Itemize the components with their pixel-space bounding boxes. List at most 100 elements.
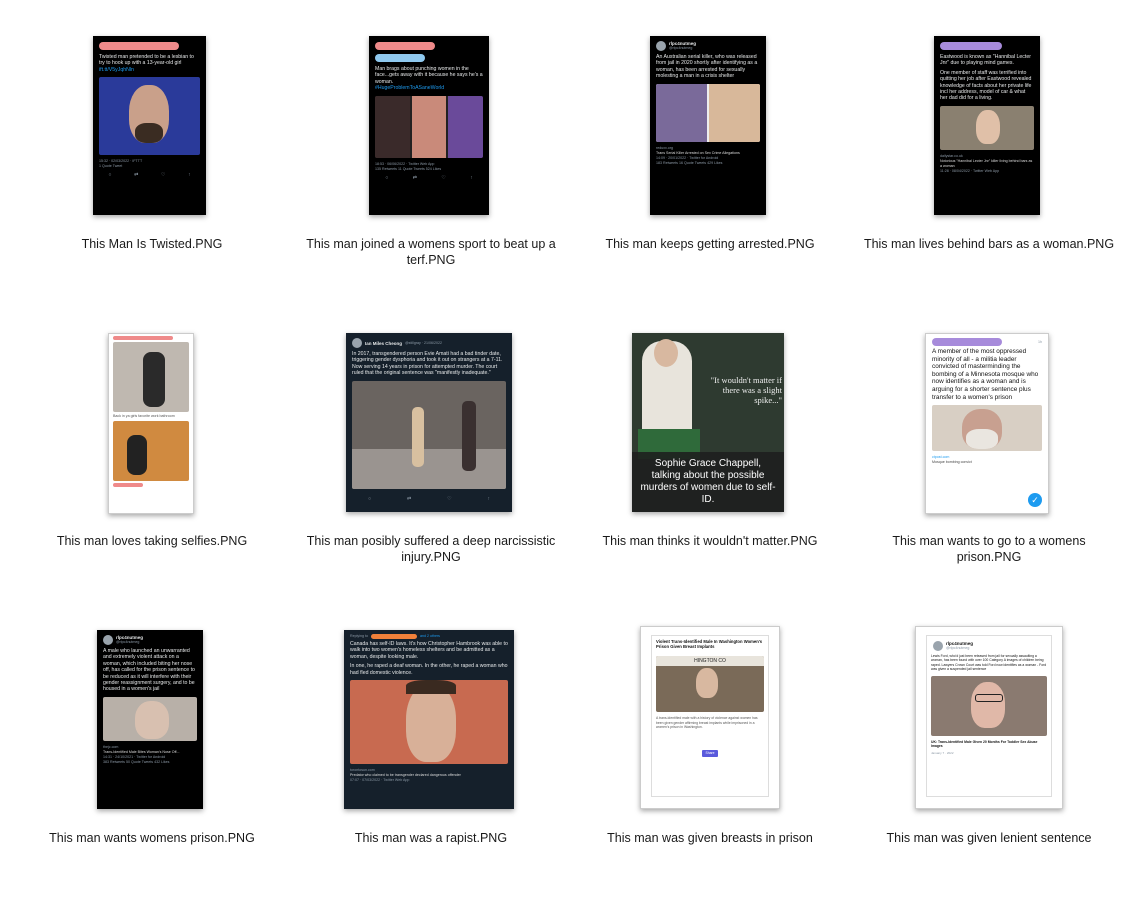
tweet-text: Lewis Ford, who'd just been released fro… — [931, 654, 1047, 672]
tweet-meta: 07:07 · 07/03/2022 · Twitter Web App — [350, 778, 410, 783]
file-thumbnail[interactable]: Violent Trans-Identified Male In Washing… — [640, 626, 780, 809]
redaction-scribble — [940, 42, 1002, 50]
reply-label: Replying to — [350, 634, 368, 638]
file-thumbnail[interactable]: Man brags about punching women in the fa… — [369, 36, 489, 215]
file-name: This man lives behind bars as a woman.PN… — [863, 237, 1115, 251]
file-thumbnail[interactable]: Twisted man pretended to be a lesbian to… — [93, 36, 206, 215]
tweet-hashtag: #HugeProblemToASaneWorld — [375, 85, 445, 92]
share-button[interactable]: Share — [702, 749, 718, 757]
file-item[interactable]: rlpc4nutmeg @rlpc4nutmeg A male who laun… — [22, 630, 282, 900]
tweet-time: 1h — [1038, 339, 1042, 344]
tweet-text: Twisted man pretended to be a lesbian to… — [99, 54, 194, 67]
file-name: This Man Is Twisted.PNG — [81, 237, 223, 251]
redaction-scribble — [375, 42, 435, 50]
redaction-scribble — [113, 336, 173, 340]
tweet-text: A member of the most oppressed minority … — [932, 348, 1039, 401]
tweet-handle: @rlpc4nutmeg — [669, 46, 693, 50]
article-image — [932, 405, 1042, 452]
tweet-text: In one, he raped a deaf woman. In the ot… — [350, 663, 508, 676]
cctv-image — [352, 380, 506, 489]
file-name: This man was given breasts in prison — [607, 831, 813, 845]
file-item[interactable]: 1h A member of the most oppressed minori… — [859, 333, 1119, 603]
selfie-image — [113, 342, 189, 412]
link-headline: Mosque bombing convict — [932, 460, 972, 465]
file-item[interactable]: rlpc4nutmeg @rlpc4nutmeg An Australian s… — [580, 36, 840, 306]
file-name: This man was given lenient sentence — [886, 831, 1092, 845]
file-item[interactable]: Ian Miles Cheong @stillgray · 21/06/2022… — [301, 333, 561, 603]
mugshot-image — [931, 675, 1047, 736]
verified-check-icon: ✓ — [1028, 493, 1042, 507]
tweet-stats: 383 Retweets 50 Quote Tweets 432 Likes — [103, 759, 170, 764]
article-image — [656, 83, 760, 142]
tweet-text: One member of staff was terrified into q… — [940, 69, 1032, 102]
tweet-handle: @rlpc4nutmeg — [946, 646, 970, 650]
file-item[interactable]: Violent Trans-Identified Male In Washing… — [580, 626, 840, 900]
file-thumbnail[interactable]: Replying to and 2 others Canada has self… — [344, 630, 514, 809]
avatar — [352, 338, 362, 348]
tweet-user: Ian Miles Cheong — [365, 340, 403, 346]
tweet-actions: ○ ⇄ ♡ ↑ — [108, 172, 191, 179]
quoted-images — [375, 95, 483, 158]
tweet-actions: ○ ⇄ ♡ ↑ — [385, 174, 473, 181]
redaction-scribble — [932, 338, 1002, 346]
tweet-text: A male who launched an unwarranted and e… — [103, 648, 195, 693]
file-thumbnail[interactable]: Back in ya girls favorite work bathroom — [108, 333, 194, 514]
tweet-text: Canada has self-ID laws. It's how Christ… — [350, 641, 508, 660]
tweet-text: Man brags about punching women in the fa… — [375, 66, 483, 85]
file-thumbnail[interactable]: rlpc4nutmeg @rlpc4nutmeg A male who laun… — [97, 630, 203, 809]
article-image: HINGTON CO — [656, 656, 764, 713]
tweet-handle: @stillgray · 21/06/2022 — [405, 340, 443, 345]
avatar — [103, 635, 113, 645]
file-item[interactable]: Replying to and 2 others Canada has self… — [301, 630, 561, 900]
file-name: This man posibly suffered a deep narciss… — [306, 534, 556, 564]
article-image — [103, 696, 197, 741]
file-thumbnail[interactable]: rlpc4nutmeg @rlpc4nutmeg An Australian s… — [650, 36, 766, 215]
tweet-meta: January 7 · 2022 — [931, 751, 954, 756]
file-item[interactable]: Back in ya girls favorite work bathroom … — [22, 333, 282, 603]
file-thumbnail[interactable]: "It wouldn't matter if there was a sligh… — [632, 333, 784, 512]
article-headline: UK: Trans-Identified Male Given 20 Month… — [931, 739, 1038, 749]
file-name: This man was a rapist.PNG — [354, 831, 508, 845]
file-name: This man keeps getting arrested.PNG — [605, 237, 815, 251]
file-item[interactable]: Man brags about punching women in the fa… — [301, 36, 561, 306]
tweet-link: ift.tt/V5yJqhNln — [99, 66, 134, 73]
article-headline: Violent Trans-Identified Male In Washing… — [656, 639, 763, 650]
redaction-scribble — [113, 482, 143, 487]
file-name: This man joined a womens sport to beat u… — [306, 237, 556, 267]
quote-text: "It wouldn't matter if there was a sligh… — [710, 375, 782, 405]
file-thumbnail[interactable]: 1h A member of the most oppressed minori… — [925, 333, 1049, 514]
file-grid: Twisted man pretended to be a lesbian to… — [0, 0, 1140, 883]
reply-others: and 2 others — [419, 634, 440, 638]
redaction-scribble — [370, 634, 417, 639]
mugshot-image — [99, 77, 200, 156]
article-image — [940, 105, 1034, 150]
redaction-scribble — [375, 54, 425, 62]
mugshot-image — [350, 680, 508, 765]
tweet-meta: 11:28 · 08/04/2022 · Twitter Web App — [940, 168, 1000, 173]
prison-sign: HINGTON CO — [656, 656, 764, 667]
file-name: This man wants to go to a womens prison.… — [892, 534, 1086, 564]
file-thumbnail[interactable]: Ian Miles Cheong @stillgray · 21/06/2022… — [346, 333, 512, 512]
file-thumbnail[interactable]: Eastwood is known as "Hannibal Lecter Jn… — [934, 36, 1040, 215]
redaction-scribble — [99, 42, 179, 50]
file-name: This man loves taking selfies.PNG — [56, 534, 248, 548]
image-caption: Sophie Grace Chappell, talking about the… — [632, 452, 784, 512]
tweet-text: In 2017, transgendered person Evie Amati… — [352, 351, 503, 377]
post-caption: Back in ya girls favorite work bathroom — [113, 414, 175, 418]
file-name: This man thinks it wouldn't matter.PNG — [602, 534, 818, 548]
avatar — [656, 41, 666, 51]
tweet-text: An Australian serial killer, who was rel… — [656, 54, 758, 80]
tweet-stats: 183 Retweets 16 Quote Tweets 429 Likes — [656, 160, 723, 165]
selfie-image — [113, 420, 189, 481]
file-item[interactable]: rlpc4nutmeg @rlpc4nutmeg Lewis Ford, who… — [859, 626, 1119, 900]
file-thumbnail[interactable]: rlpc4nutmeg @rlpc4nutmeg Lewis Ford, who… — [915, 626, 1063, 809]
tweet-actions: ○ ⇄ ♡ ↑ — [367, 495, 490, 502]
file-item[interactable]: Eastwood is known as "Hannibal Lecter Jn… — [859, 36, 1119, 306]
avatar — [933, 641, 943, 651]
tweet-handle: @rlpc4nutmeg — [116, 640, 140, 644]
file-name: This man wants womens prison.PNG — [49, 831, 255, 845]
article-body: A trans-identified male with a history o… — [656, 716, 758, 730]
tweet-text: Eastwood is known as "Hannibal Lecter Jn… — [940, 54, 1031, 67]
file-item[interactable]: "It wouldn't matter if there was a sligh… — [580, 333, 840, 603]
file-item[interactable]: Twisted man pretended to be a lesbian to… — [22, 36, 282, 306]
